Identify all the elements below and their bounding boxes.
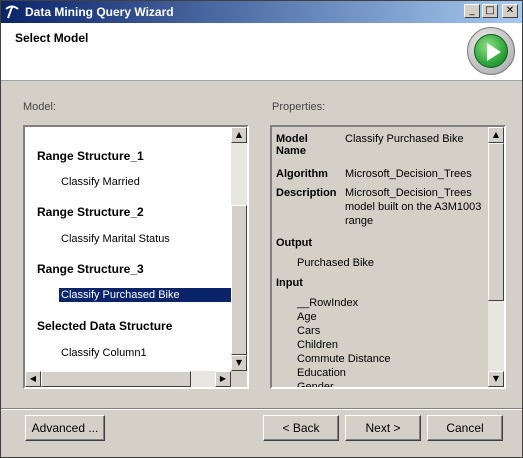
scroll-down-icon[interactable]: ▼ <box>231 355 247 371</box>
back-button[interactable]: < Back <box>263 415 339 441</box>
page-title: Select Model <box>15 31 89 45</box>
maximize-button[interactable]: □ <box>482 4 498 18</box>
tree-group-range-structure-2[interactable]: Range Structure_2 <box>37 205 144 219</box>
prop-description-line2: model built on the A3M1003 <box>345 201 482 213</box>
model-horizontal-scrollbar[interactable]: ◀ ▶ <box>25 371 231 387</box>
prop-description-key: Description <box>276 187 337 199</box>
tree-item-classify-married[interactable]: Classify Married <box>61 176 140 188</box>
wizard-window: Data Mining Query Wizard _ □ ✕ Select Mo… <box>0 0 523 458</box>
prop-input-value: Age <box>297 311 317 323</box>
scroll-thumb[interactable] <box>231 205 247 355</box>
prop-description-line3: range <box>345 215 374 227</box>
scroll-left-icon[interactable]: ◀ <box>25 371 41 387</box>
prop-input-value: Cars <box>297 325 321 337</box>
prop-output-value: Purchased Bike <box>297 257 375 269</box>
prop-output-key: Output <box>276 237 313 249</box>
properties-panel: Model Name Classify Purchased Bike Algori… <box>270 125 506 389</box>
prop-input-value: Commute Distance <box>297 353 391 365</box>
wizard-header: Select Model <box>1 23 522 81</box>
prop-model-name-value: Classify Purchased Bike <box>345 133 464 145</box>
prop-model-name-key: Model Name <box>276 133 308 157</box>
tree-item-classify-purchased-bike[interactable]: Classify Purchased Bike <box>59 288 231 302</box>
close-button[interactable]: ✕ <box>502 4 518 18</box>
properties-vertical-scrollbar[interactable]: ▲ ▼ <box>488 127 504 387</box>
prop-input-value: Gender <box>297 381 334 389</box>
footer-separator <box>1 408 522 410</box>
scroll-right-icon[interactable]: ▶ <box>215 371 231 387</box>
green-arrow-icon <box>467 27 515 75</box>
minimize-button[interactable]: _ <box>464 4 480 18</box>
pickaxe-icon <box>5 5 19 19</box>
scroll-down-icon[interactable]: ▼ <box>488 371 504 387</box>
tree-group-range-structure-1[interactable]: Range Structure_1 <box>37 149 144 163</box>
tree-group-selected-data-structure[interactable]: Selected Data Structure <box>37 319 172 333</box>
tree-group-range-structure-3[interactable]: Range Structure_3 <box>37 262 144 276</box>
horizontal-scroll-thumb[interactable] <box>41 371 191 387</box>
model-vertical-scrollbar[interactable]: ▲ ▼ <box>231 127 247 371</box>
prop-input-key: Input <box>276 277 303 289</box>
tree-item-classify-column1[interactable]: Classify Column1 <box>61 347 147 359</box>
cancel-button[interactable]: Cancel <box>427 415 503 441</box>
advanced-button[interactable]: Advanced ... <box>25 415 105 441</box>
prop-algorithm-value: Microsoft_Decision_Trees <box>345 168 472 180</box>
properties-label: Properties: <box>272 101 326 113</box>
model-label: Model: <box>23 101 57 113</box>
title-bar: Data Mining Query Wizard _ □ ✕ <box>1 1 522 23</box>
next-button[interactable]: Next > <box>345 415 421 441</box>
prop-input-value: Children <box>297 339 338 351</box>
prop-algorithm-key: Algorithm <box>276 168 328 180</box>
tree-item-classify-marital-status[interactable]: Classify Marital Status <box>61 233 170 245</box>
model-tree[interactable]: Range Structure_1 Classify Married Range… <box>23 125 249 389</box>
prop-input-value: Education <box>297 367 346 379</box>
prop-description-line1: Microsoft_Decision_Trees <box>345 187 472 199</box>
prop-input-value: __RowIndex <box>297 297 359 309</box>
scroll-up-icon[interactable]: ▲ <box>488 127 504 143</box>
scroll-thumb[interactable] <box>488 143 504 301</box>
scroll-up-icon[interactable]: ▲ <box>231 127 247 143</box>
window-title: Data Mining Query Wizard <box>25 5 174 19</box>
